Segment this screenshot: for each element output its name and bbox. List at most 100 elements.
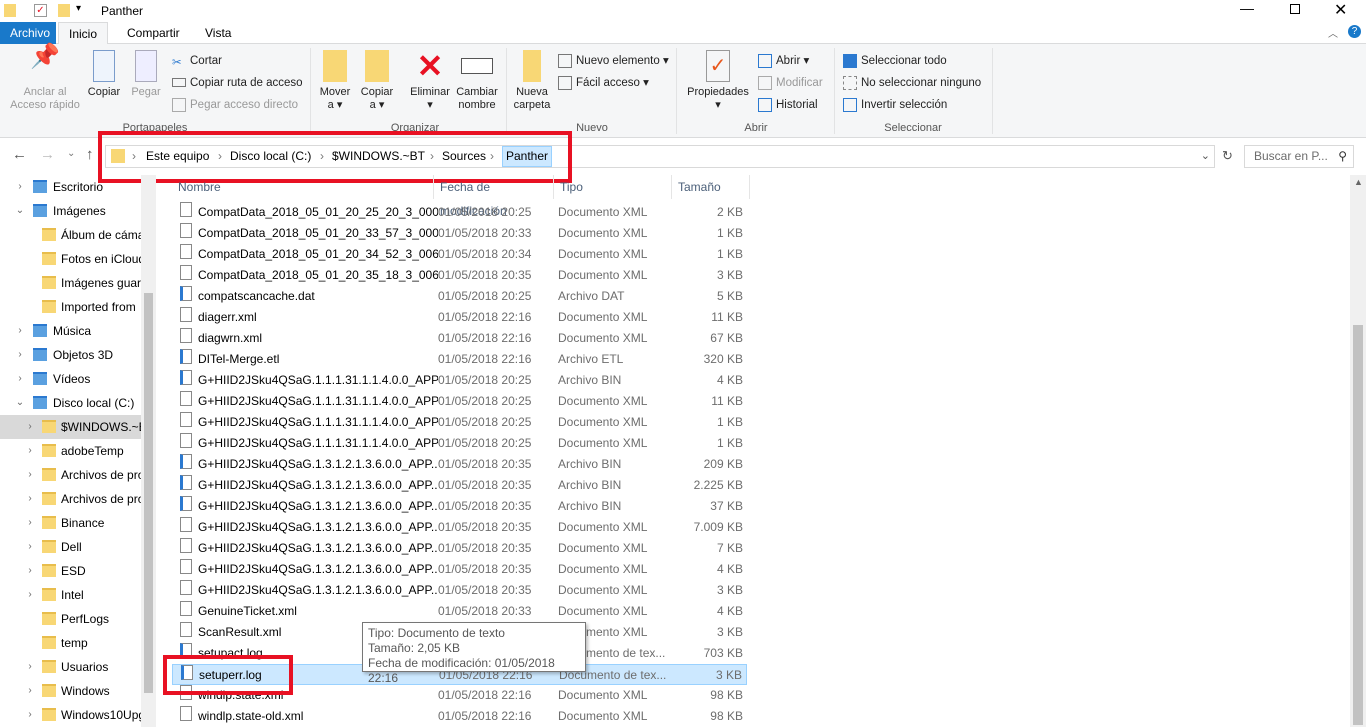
sidebar-item[interactable]: › adobeTemp: [0, 439, 141, 463]
file-row[interactable]: CompatData_2018_05_01_20_35_18_3_006... 0…: [172, 265, 747, 286]
file-row[interactable]: G+HIID2JSku4QSaG.1.1.1.31.1.1.4.0.0_APP.…: [172, 391, 747, 412]
sidebar-item[interactable]: › Binance: [0, 511, 141, 535]
sidebar-item[interactable]: ⌄ Imágenes: [0, 199, 141, 223]
sidebar-item[interactable]: Imágenes guardadas: [0, 271, 141, 295]
recent-locations-button[interactable]: ⌄: [67, 148, 75, 159]
invert-selection-button[interactable]: Invertir selección: [843, 96, 947, 114]
expand-chevron-icon[interactable]: ›: [24, 583, 36, 607]
tab-vista[interactable]: Vista: [195, 22, 241, 44]
expand-chevron-icon[interactable]: ›: [24, 679, 36, 703]
column-header-fecha[interactable]: Fecha de modificación: [434, 175, 554, 218]
sidebar-item[interactable]: › Windows10Upgrade: [0, 703, 141, 727]
expand-chevron-icon[interactable]: ›: [24, 535, 36, 559]
file-row[interactable]: G+HIID2JSku4QSaG.1.3.1.2.1.3.6.0.0_APP..…: [172, 580, 747, 601]
sidebar-item[interactable]: › Archivos de programa: [0, 463, 141, 487]
history-button[interactable]: Historial: [758, 96, 818, 114]
delete-button[interactable]: ✕ Eliminar ▾: [406, 50, 454, 112]
scroll-up-arrow[interactable]: ▲: [1354, 177, 1363, 187]
scrollbar-thumb[interactable]: [1353, 325, 1363, 725]
open-button[interactable]: Abrir ▾: [758, 52, 809, 70]
file-row[interactable]: diagwrn.xml 01/05/2018 22:16 Documento XML…: [172, 328, 747, 349]
file-row[interactable]: compatscancache.dat 01/05/2018 20:25 Archi…: [172, 286, 747, 307]
column-header-nombre[interactable]: Nombre: [172, 175, 434, 199]
new-item-button[interactable]: Nuevo elemento ▾: [558, 52, 669, 70]
expand-chevron-icon[interactable]: ›: [14, 175, 26, 199]
collapse-ribbon-icon[interactable]: ︿: [1328, 25, 1338, 40]
move-to-button[interactable]: Mover a ▾: [316, 50, 354, 112]
file-row[interactable]: DITel-Merge.etl 01/05/2018 22:16 Archivo E…: [172, 349, 747, 370]
paste-button[interactable]: Pegar: [128, 50, 164, 99]
rename-button[interactable]: Cambiar nombre: [454, 50, 500, 112]
copy-to-button[interactable]: Copiar a ▾: [358, 50, 396, 112]
expand-chevron-icon[interactable]: ›: [14, 319, 26, 343]
sidebar-item[interactable]: ⌄ Disco local (C:): [0, 391, 141, 415]
column-header-tamano[interactable]: Tamaño: [672, 175, 750, 199]
up-button[interactable]: ↑: [86, 146, 94, 163]
pin-quick-access-button[interactable]: 📌 Anclar al Acceso rápido: [6, 45, 84, 112]
file-row[interactable]: G+HIID2JSku4QSaG.1.3.1.2.1.3.6.0.0_APP..…: [172, 496, 747, 517]
sidebar-item[interactable]: › Objetos 3D: [0, 343, 141, 367]
new-folder-icon[interactable]: [58, 4, 70, 17]
expand-chevron-icon[interactable]: ›: [24, 415, 36, 439]
file-row[interactable]: G+HIID2JSku4QSaG.1.1.1.31.1.1.4.0.0_APP.…: [172, 433, 747, 454]
file-row[interactable]: G+HIID2JSku4QSaG.1.3.1.2.1.3.6.0.0_APP..…: [172, 517, 747, 538]
file-row[interactable]: GenuineTicket.xml 01/05/2018 20:33 Documen…: [172, 601, 747, 622]
expand-chevron-icon[interactable]: ›: [24, 559, 36, 583]
file-row[interactable]: G+HIID2JSku4QSaG.1.3.1.2.1.3.6.0.0_APP..…: [172, 475, 747, 496]
refresh-button[interactable]: ↻: [1222, 148, 1233, 164]
sidebar-item[interactable]: temp: [0, 631, 141, 655]
sidebar-item[interactable]: Fotos en iCloud: [0, 247, 141, 271]
customize-toolbar-icon[interactable]: ▾: [76, 3, 81, 14]
expand-chevron-icon[interactable]: ›: [14, 367, 26, 391]
file-row[interactable]: CompatData_2018_05_01_20_25_20_3_000... 0…: [172, 202, 747, 223]
expand-chevron-icon[interactable]: ›: [24, 655, 36, 679]
sidebar-item[interactable]: PerfLogs: [0, 607, 141, 631]
file-row[interactable]: G+HIID2JSku4QSaG.1.1.1.31.1.1.4.0.0_APP.…: [172, 370, 747, 391]
paste-shortcut-button[interactable]: Pegar acceso directo: [172, 96, 298, 114]
copy-button[interactable]: Copiar: [86, 50, 122, 99]
sidebar-item[interactable]: › Vídeos: [0, 367, 141, 391]
copy-path-button[interactable]: Copiar ruta de acceso: [172, 74, 303, 92]
sidebar-item[interactable]: › Usuarios: [0, 655, 141, 679]
expand-chevron-icon[interactable]: ›: [24, 439, 36, 463]
sidebar-item[interactable]: › Dell: [0, 535, 141, 559]
sidebar-item[interactable]: › Escritorio: [0, 175, 141, 199]
expand-chevron-icon[interactable]: ›: [24, 487, 36, 511]
tab-compartir[interactable]: Compartir: [117, 22, 190, 44]
sidebar-item[interactable]: Imported from: [0, 295, 141, 319]
sidebar-item[interactable]: › Música: [0, 319, 141, 343]
new-folder-button[interactable]: Nueva carpeta: [512, 50, 552, 112]
edit-button[interactable]: Modificar: [758, 74, 823, 92]
file-row[interactable]: G+HIID2JSku4QSaG.1.1.1.31.1.1.4.0.0_APP.…: [172, 412, 747, 433]
column-header-tipo[interactable]: Tipo: [554, 175, 672, 199]
file-list-scrollbar[interactable]: ▲: [1350, 175, 1366, 727]
easy-access-button[interactable]: Fácil acceso ▾: [558, 74, 649, 92]
properties-button[interactable]: ✓ Propiedades ▾: [684, 50, 752, 112]
expand-chevron-icon[interactable]: ›: [24, 703, 36, 727]
file-row[interactable]: CompatData_2018_05_01_20_33_57_3_000... 0…: [172, 223, 747, 244]
help-icon[interactable]: ?: [1348, 25, 1361, 38]
close-button[interactable]: ✕: [1334, 0, 1347, 20]
address-dropdown-icon[interactable]: ⌄: [1201, 149, 1210, 162]
search-input[interactable]: Buscar en P... ⚲: [1244, 145, 1354, 168]
maximize-button[interactable]: [1290, 4, 1300, 14]
scrollbar-thumb[interactable]: [144, 293, 153, 693]
search-icon[interactable]: ⚲: [1338, 146, 1347, 167]
minimize-button[interactable]: —: [1240, 0, 1254, 16]
sidebar-item[interactable]: › Archivos de programa (x86): [0, 487, 141, 511]
sidebar-item[interactable]: › Intel: [0, 583, 141, 607]
file-row[interactable]: CompatData_2018_05_01_20_34_52_3_006... 0…: [172, 244, 747, 265]
sidebar-item[interactable]: › $WINDOWS.~BT: [0, 415, 141, 439]
tab-archivo[interactable]: Archivo: [0, 22, 56, 44]
file-row[interactable]: G+HIID2JSku4QSaG.1.3.1.2.1.3.6.0.0_APP..…: [172, 559, 747, 580]
file-row[interactable]: G+HIID2JSku4QSaG.1.3.1.2.1.3.6.0.0_APP..…: [172, 454, 747, 475]
file-row[interactable]: G+HIID2JSku4QSaG.1.3.1.2.1.3.6.0.0_APP..…: [172, 538, 747, 559]
sidebar-item[interactable]: Álbum de cámara: [0, 223, 141, 247]
back-button[interactable]: ←: [12, 146, 27, 163]
expand-chevron-icon[interactable]: ›: [24, 463, 36, 487]
select-all-button[interactable]: Seleccionar todo: [843, 52, 947, 70]
navigation-pane-scrollbar[interactable]: [141, 175, 156, 727]
expand-chevron-icon[interactable]: ›: [14, 343, 26, 367]
file-row[interactable]: diagerr.xml 01/05/2018 22:16 Documento XML…: [172, 307, 747, 328]
sidebar-item[interactable]: › Windows: [0, 679, 141, 703]
